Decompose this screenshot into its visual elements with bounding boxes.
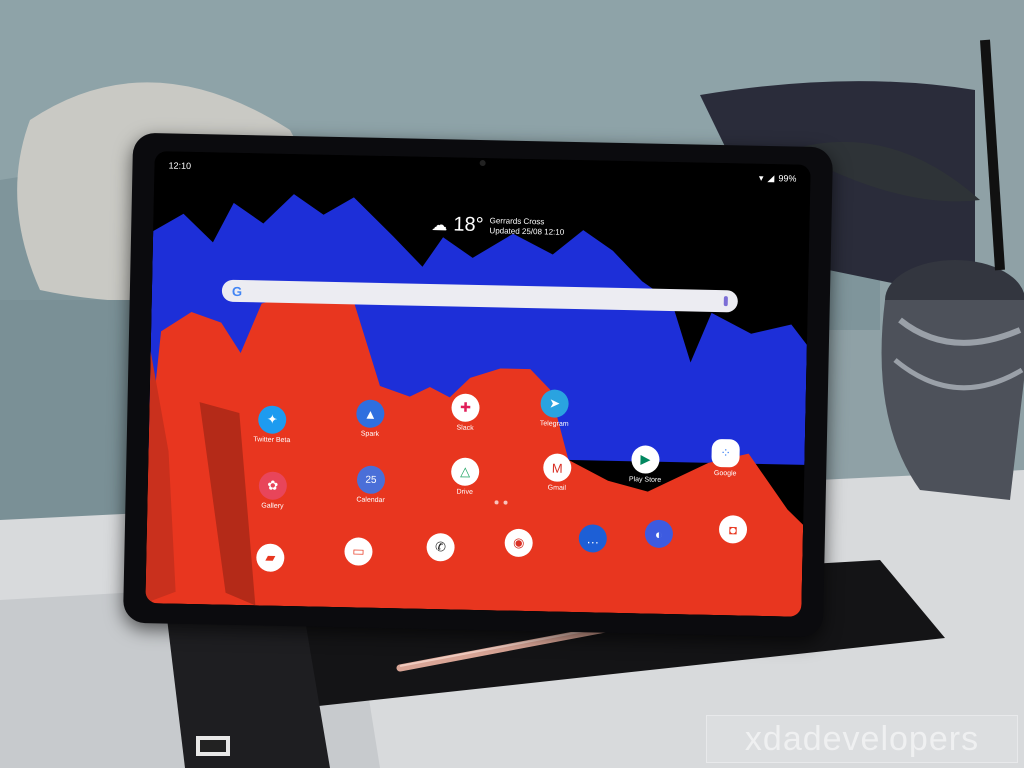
- google-logo-icon: G: [231, 283, 243, 299]
- status-icons: ▾ ◢ 99%: [759, 172, 797, 184]
- app-label: Gallery: [261, 502, 284, 510]
- app-label: Gmail: [547, 484, 567, 492]
- photo-scene: 12:10 ▾ ◢ 99% ☁ 18° Gerrards Cross Updat…: [0, 0, 1024, 768]
- weather-temperature: 18°: [453, 213, 484, 237]
- watermark: xdadevelopers: [706, 715, 1018, 763]
- page-indicator: [494, 500, 508, 505]
- app-telegram[interactable]: ➤ Telegram: [529, 389, 580, 428]
- cloud-icon: ☁: [431, 216, 448, 234]
- weather-widget[interactable]: ☁ 18° Gerrards Cross Updated 25/08 12:10: [431, 213, 564, 239]
- app-twitter-beta[interactable]: ✦ Twitter Beta: [247, 405, 298, 444]
- app-label: Drive: [456, 488, 473, 496]
- calendar-icon: 25: [356, 465, 386, 495]
- google-folder-icon: ⁘: [711, 438, 740, 468]
- play-store-icon: ▶: [631, 445, 660, 474]
- app-gallery[interactable]: ✿ Gallery: [247, 471, 298, 510]
- front-camera-icon: [479, 159, 486, 167]
- app-spark[interactable]: ▲ Spark: [345, 399, 396, 438]
- app-label: Telegram: [539, 420, 569, 428]
- weather-updated: Updated 25/08 12:10: [489, 225, 565, 237]
- status-time: 12:10: [168, 160, 192, 171]
- app-label: Slack: [456, 424, 474, 432]
- app-label: Twitter Beta: [253, 436, 291, 445]
- app-slack[interactable]: ✚ Slack: [440, 393, 491, 432]
- tablet-device: 12:10 ▾ ◢ 99% ☁ 18° Gerrards Cross Updat…: [122, 132, 834, 638]
- tablet-screen: 12:10 ▾ ◢ 99% ☁ 18° Gerrards Cross Updat…: [145, 151, 811, 617]
- weather-info: Gerrards Cross Updated 25/08 12:10: [489, 216, 564, 238]
- app-gmail[interactable]: M Gmail: [532, 453, 583, 492]
- app-drive[interactable]: △ Drive: [440, 457, 491, 496]
- spark-icon: ▲: [356, 399, 385, 429]
- app-google-folder[interactable]: ⁘ Google: [700, 438, 751, 478]
- gmail-icon: M: [542, 453, 572, 482]
- mic-icon[interactable]: [723, 296, 728, 307]
- app-play-store[interactable]: ▶ Play Store: [620, 445, 671, 484]
- slack-icon: ✚: [451, 393, 480, 423]
- battery-level: 99%: [778, 173, 797, 184]
- drive-icon: △: [450, 457, 480, 487]
- app-label: Calendar: [356, 496, 385, 505]
- app-calendar[interactable]: 25 Calendar: [345, 465, 396, 504]
- gallery-icon: ✿: [258, 471, 288, 501]
- page-dot: [494, 500, 499, 505]
- app-label: Spark: [360, 430, 380, 438]
- app-label: Google: [713, 469, 737, 478]
- page-dot: [503, 500, 508, 505]
- signal-icon: ◢: [767, 172, 775, 183]
- twitter-icon: ✦: [257, 405, 287, 434]
- app-label: Play Store: [628, 476, 662, 484]
- wifi-icon: ▾: [758, 172, 764, 183]
- telegram-icon: ➤: [540, 389, 569, 418]
